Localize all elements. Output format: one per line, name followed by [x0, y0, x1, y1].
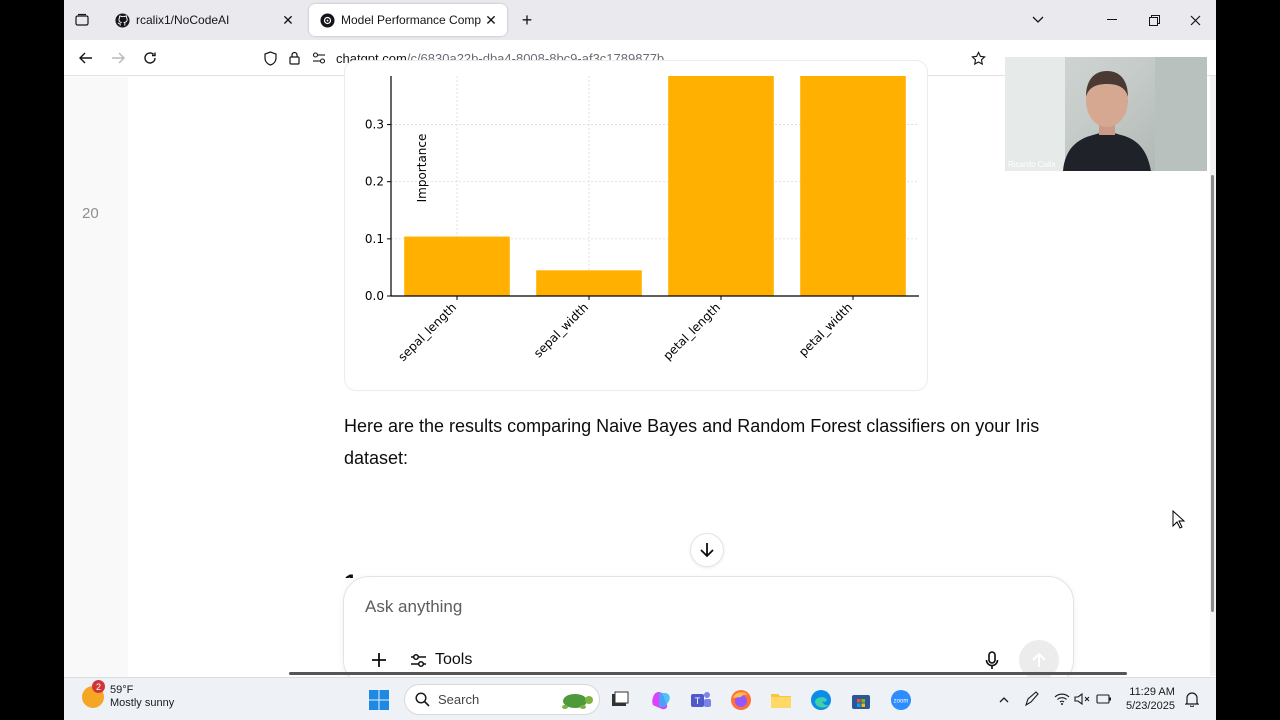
taskbar-search[interactable]: Search — [404, 684, 600, 715]
new-tab-icon[interactable]: + — [517, 10, 537, 30]
clock-time: 11:29 AM — [1129, 686, 1175, 698]
tab-label: Model Performance Comparison — [341, 13, 481, 27]
notification-badge: 2 — [92, 680, 105, 693]
start-button[interactable] — [366, 687, 392, 713]
horizontal-scrollbar[interactable] — [289, 672, 1127, 675]
svg-text:T: T — [695, 696, 701, 706]
close-tab-icon[interactable]: ✕ — [481, 10, 501, 30]
arrow-up-icon — [1032, 652, 1046, 667]
message-composer[interactable]: Ask anything Tools — [343, 576, 1074, 686]
plus-icon — [372, 653, 386, 667]
x-tick-label: petal_length — [660, 300, 723, 363]
tab-list-icon[interactable] — [72, 10, 92, 30]
chevron-up-icon[interactable] — [996, 691, 1012, 707]
tools-label: Tools — [435, 651, 473, 668]
close-window-icon[interactable] — [1185, 10, 1205, 30]
tracking-shield-icon[interactable] — [260, 48, 280, 68]
y-tick-label: 0.0 — [365, 289, 384, 303]
webcam-name-label: Ricardo Calix — [1008, 160, 1056, 169]
file-explorer-icon[interactable] — [768, 687, 794, 713]
line-number: 20 — [82, 205, 99, 222]
y-tick-label: 0.3 — [365, 118, 384, 132]
store-icon[interactable] — [848, 687, 874, 713]
wifi-icon[interactable] — [1054, 691, 1070, 707]
x-tick-label: sepal_width — [531, 300, 591, 360]
volume-muted-icon[interactable] — [1074, 691, 1090, 707]
sliders-icon — [411, 653, 426, 667]
taskbar: 2 59°F Mostly sunny Search T zoom 11:29 … — [64, 677, 1216, 720]
forward-icon[interactable] — [108, 48, 128, 68]
firefox-icon[interactable] — [728, 687, 754, 713]
bar — [668, 76, 774, 296]
weather-desc: Mostly sunny — [110, 697, 175, 709]
clock-date: 5/23/2025 — [1126, 700, 1175, 712]
mouse-cursor-icon — [1172, 510, 1186, 529]
tab-chatgpt[interactable]: Model Performance Comparison ✕ — [309, 4, 507, 36]
browser-window: rcalix1/NoCodeAI ✕ Model Performance Com… — [64, 0, 1216, 720]
lock-icon[interactable] — [284, 48, 304, 68]
sidebar-gutter: 20 — [64, 77, 128, 677]
weather-widget[interactable]: 2 59°F Mostly sunny — [82, 680, 175, 710]
chevron-down-icon[interactable] — [1028, 10, 1048, 30]
zoom-icon[interactable]: zoom — [888, 687, 914, 713]
github-icon — [114, 12, 130, 28]
permissions-icon[interactable] — [308, 47, 330, 69]
vertical-scrollbar-thumb[interactable] — [1211, 175, 1214, 612]
pen-icon[interactable] — [1024, 691, 1040, 707]
presenter-silhouette — [1005, 57, 1207, 171]
minimize-icon[interactable] — [1102, 10, 1122, 30]
search-label: Search — [438, 692, 480, 707]
result-message: Here are the results comparing Naive Bay… — [344, 416, 1040, 468]
turtle-icon — [562, 693, 593, 709]
y-tick-label: 0.1 — [365, 232, 384, 246]
svg-text:zoom: zoom — [894, 699, 909, 705]
add-attachment-button[interactable] — [368, 649, 390, 671]
search-icon — [415, 692, 430, 707]
weather-sun-icon: 2 — [82, 680, 105, 708]
bar — [536, 270, 642, 296]
edge-icon[interactable] — [808, 687, 834, 713]
restore-icon[interactable] — [1144, 10, 1164, 30]
tab-github[interactable]: rcalix1/NoCodeAI ✕ — [104, 4, 304, 36]
close-tab-icon[interactable]: ✕ — [278, 10, 298, 30]
back-icon[interactable] — [76, 48, 96, 68]
scroll-down-button[interactable] — [690, 533, 724, 567]
teams-icon[interactable]: T — [688, 687, 714, 713]
windows-icon — [369, 690, 389, 710]
x-tick-label: petal_width — [796, 300, 855, 359]
bookmark-star-icon[interactable] — [968, 48, 988, 68]
notification-bell-icon[interactable] — [1184, 691, 1200, 707]
arrow-down-icon — [700, 543, 714, 558]
y-axis-label: Importance — [415, 134, 429, 203]
chatgpt-icon — [319, 12, 335, 28]
system-clock[interactable]: 11:29 AM 5/23/2025 — [1126, 685, 1175, 713]
tab-label: rcalix1/NoCodeAI — [136, 13, 230, 27]
tools-button[interactable]: Tools — [410, 649, 472, 671]
y-tick-label: 0.2 — [365, 175, 384, 189]
tab-strip: rcalix1/NoCodeAI ✕ Model Performance Com… — [64, 0, 1216, 40]
x-tick-label: sepal_length — [395, 300, 459, 364]
task-view-icon[interactable] — [607, 687, 633, 713]
battery-icon[interactable] — [1096, 691, 1112, 707]
microphone-icon — [985, 650, 999, 669]
webcam-overlay: Ricardo Calix — [1005, 57, 1207, 171]
reload-icon[interactable] — [140, 48, 160, 68]
copilot-icon[interactable] — [648, 687, 674, 713]
microphone-button[interactable] — [981, 649, 1003, 671]
bar — [800, 76, 906, 296]
weather-temp: 59°F — [110, 684, 134, 696]
feature-importance-chart: 0.0 0.1 0.2 0.3 sepal_length sepal_width petal… — [365, 76, 919, 364]
ask-input[interactable]: Ask anything — [365, 597, 462, 617]
bar — [404, 236, 510, 296]
